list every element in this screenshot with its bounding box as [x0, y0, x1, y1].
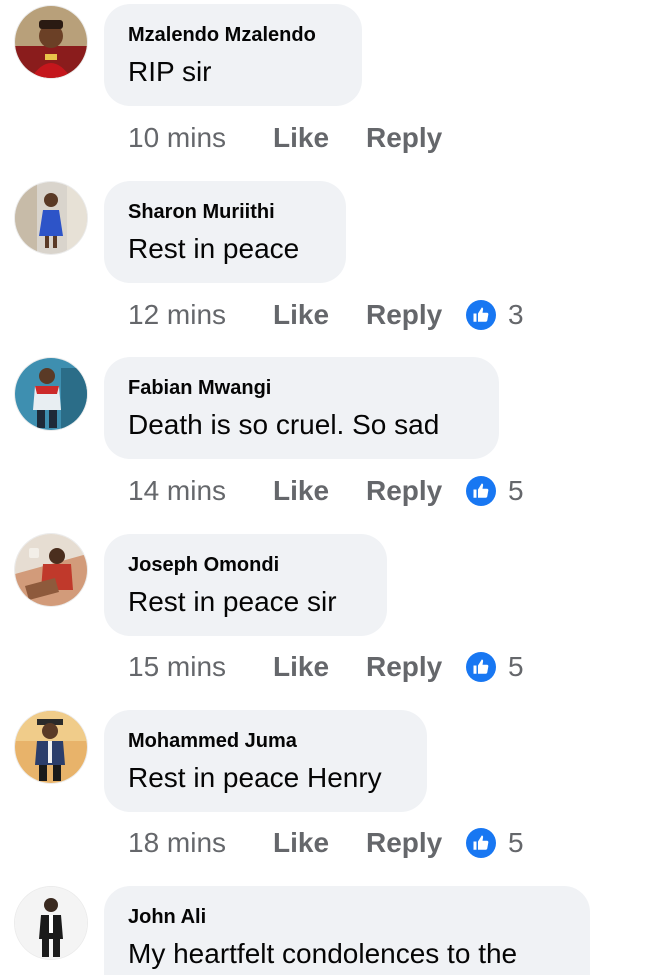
reply-button[interactable]: Reply	[366, 122, 466, 154]
comment-timestamp[interactable]: 14 mins	[128, 475, 273, 507]
reply-button[interactable]: Reply	[366, 651, 466, 683]
thumbs-up-icon	[466, 652, 496, 682]
reaction-count: 5	[508, 475, 524, 506]
comment-timestamp[interactable]: 10 mins	[128, 122, 273, 154]
comment-actions: 18 mins Like Reply 5	[128, 823, 524, 863]
reply-button[interactable]: Reply	[366, 827, 466, 859]
commenter-name[interactable]: Sharon Muriithi	[128, 200, 322, 224]
reaction-count: 3	[508, 299, 524, 330]
like-button[interactable]: Like	[273, 122, 366, 154]
comment-actions: 10 mins Like Reply	[128, 118, 466, 158]
comment-text: My heartfelt condolences to the	[128, 938, 518, 969]
commenter-name[interactable]: Fabian Mwangi	[128, 376, 475, 400]
reaction-summary[interactable]: 5	[466, 475, 524, 507]
comment-text: Death is so cruel. So sad	[128, 409, 440, 440]
avatar[interactable]	[15, 358, 87, 430]
comment-bubble: Mzalendo Mzalendo RIP sir	[104, 4, 362, 106]
avatar[interactable]	[15, 887, 87, 959]
comment-bubble: Joseph Omondi Rest in peace sir	[104, 534, 387, 636]
comment-bubble: John Ali My heartfelt condolences to the	[104, 886, 590, 975]
comment-timestamp[interactable]: 12 mins	[128, 299, 273, 331]
commenter-name[interactable]: John Ali	[128, 905, 566, 929]
comment-text: Rest in peace Henry	[128, 762, 382, 793]
comment-timestamp[interactable]: 15 mins	[128, 651, 273, 683]
comment-text: Rest in peace sir	[128, 586, 337, 617]
avatar[interactable]	[15, 182, 87, 254]
thumbs-up-icon	[466, 828, 496, 858]
commenter-name[interactable]: Mzalendo Mzalendo	[128, 23, 338, 47]
comment-bubble: Fabian Mwangi Death is so cruel. So sad	[104, 357, 499, 459]
comment-actions: 14 mins Like Reply 5	[128, 471, 524, 511]
thumbs-up-icon	[466, 300, 496, 330]
reaction-summary[interactable]: 5	[466, 651, 524, 683]
like-button[interactable]: Like	[273, 475, 366, 507]
reaction-summary[interactable]: 3	[466, 299, 524, 331]
comment-text: Rest in peace	[128, 233, 300, 264]
comment-timestamp[interactable]: 18 mins	[128, 827, 273, 859]
reply-button[interactable]: Reply	[366, 475, 466, 507]
avatar[interactable]	[15, 711, 87, 783]
comment-actions: 12 mins Like Reply 3	[128, 295, 524, 335]
avatar[interactable]	[15, 534, 87, 606]
reaction-count: 5	[508, 827, 524, 858]
commenter-name[interactable]: Joseph Omondi	[128, 553, 363, 577]
comment-text: RIP sir	[128, 56, 212, 87]
commenter-name[interactable]: Mohammed Juma	[128, 729, 403, 753]
comment-bubble: Mohammed Juma Rest in peace Henry	[104, 710, 427, 812]
reply-button[interactable]: Reply	[366, 299, 466, 331]
reaction-summary[interactable]: 5	[466, 827, 524, 859]
comments-feed: Mzalendo Mzalendo RIP sir 10 mins Like R…	[0, 0, 662, 975]
comment-actions: 15 mins Like Reply 5	[128, 647, 524, 687]
like-button[interactable]: Like	[273, 299, 366, 331]
comment-bubble: Sharon Muriithi Rest in peace	[104, 181, 346, 283]
thumbs-up-icon	[466, 476, 496, 506]
reaction-count: 5	[508, 651, 524, 682]
like-button[interactable]: Like	[273, 827, 366, 859]
like-button[interactable]: Like	[273, 651, 366, 683]
avatar[interactable]	[15, 6, 87, 78]
